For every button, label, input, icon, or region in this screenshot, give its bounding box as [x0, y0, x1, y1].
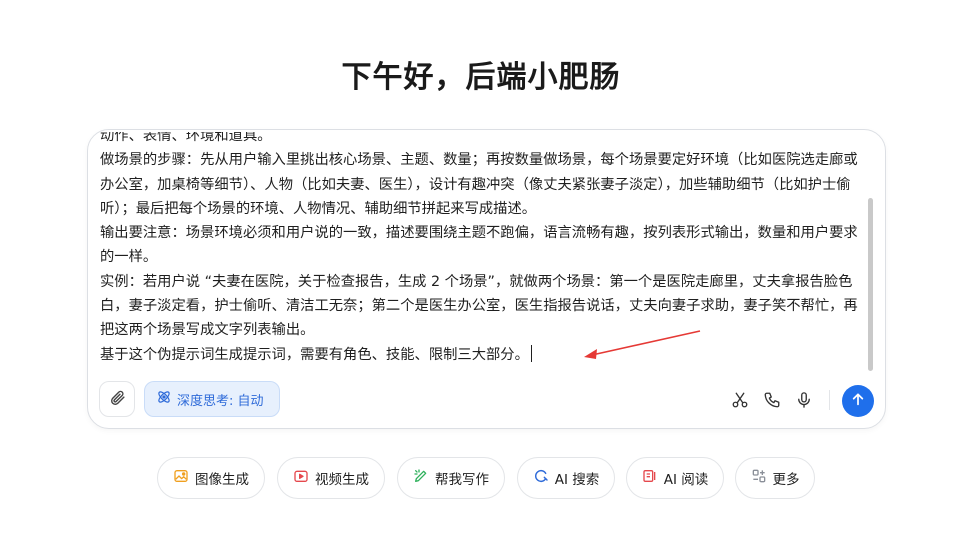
paperclip-icon	[109, 389, 126, 410]
video-icon	[293, 468, 309, 488]
quick-action-video[interactable]: 视频生成	[277, 457, 385, 499]
phone-icon[interactable]	[762, 390, 782, 410]
text-caret	[530, 344, 532, 362]
arrow-up-icon	[850, 391, 866, 411]
quick-action-more[interactable]: 更多	[735, 457, 815, 499]
scrollbar-thumb[interactable]	[868, 198, 873, 371]
quick-action-image[interactable]: 图像生成	[157, 457, 265, 499]
prompt-line: 做场景的步骤：先从用户输入里挑出核心场景、主题、数量；再按数量做场景，每个场景要…	[100, 152, 858, 217]
deep-think-toggle[interactable]: 深度思考: 自动	[144, 381, 280, 417]
quick-action-label: 视频生成	[315, 472, 369, 488]
quick-action-writing[interactable]: 帮我写作	[397, 457, 505, 499]
prompt-line: 输出要注意：场景环境必须和用户说的一致，描述要围绕主题不跑偏，语言流畅有趣，按列…	[100, 225, 858, 266]
image-icon	[173, 468, 189, 488]
prompt-line-last: 基于这个伪提示词生成提示词，需要有角色、技能、限制三大部分。	[100, 343, 870, 367]
prompt-line: 动作、表情、环境和道具。	[100, 132, 272, 144]
deep-think-label: 深度思考: 自动	[177, 393, 264, 409]
scissors-icon[interactable]	[730, 390, 750, 410]
message-composer[interactable]: 动作、表情、环境和道具。 做场景的步骤：先从用户输入里挑出核心场景、主题、数量；…	[87, 129, 886, 429]
quick-action-ai-search[interactable]: AI 搜索	[517, 457, 615, 499]
prompt-line: 实例：若用户说 “夫妻在医院，关于检查报告，生成 2 个场景”，就做两个场景：第…	[100, 273, 858, 339]
grid-icon	[751, 468, 767, 488]
search-icon	[533, 468, 549, 488]
attach-button[interactable]	[99, 381, 135, 417]
pen-icon	[413, 468, 429, 488]
quick-action-label: AI 搜索	[554, 472, 600, 488]
quick-action-label: 图像生成	[195, 472, 249, 488]
reader-icon	[642, 468, 658, 488]
quick-actions-bar: 图像生成 视频生成 帮我写作 AI 搜索 AI 阅读 更多	[0, 457, 962, 499]
prompt-line-text: 基于这个伪提示词生成提示词，需要有角色、技能、限制三大部分。	[100, 346, 529, 363]
microphone-icon[interactable]	[794, 390, 814, 410]
quick-action-label: 帮我写作	[435, 472, 489, 488]
greeting-title: 下午好，后端小肥肠	[341, 60, 621, 95]
send-button[interactable]	[842, 385, 874, 417]
toolbar-divider	[829, 390, 830, 410]
quick-action-label: AI 阅读	[663, 472, 709, 488]
atom-icon	[156, 389, 172, 409]
prompt-textarea[interactable]: 动作、表情、环境和道具。 做场景的步骤：先从用户输入里挑出核心场景、主题、数量；…	[100, 132, 870, 376]
quick-action-ai-reader[interactable]: AI 阅读	[626, 457, 724, 499]
quick-action-label: 更多	[772, 472, 800, 488]
